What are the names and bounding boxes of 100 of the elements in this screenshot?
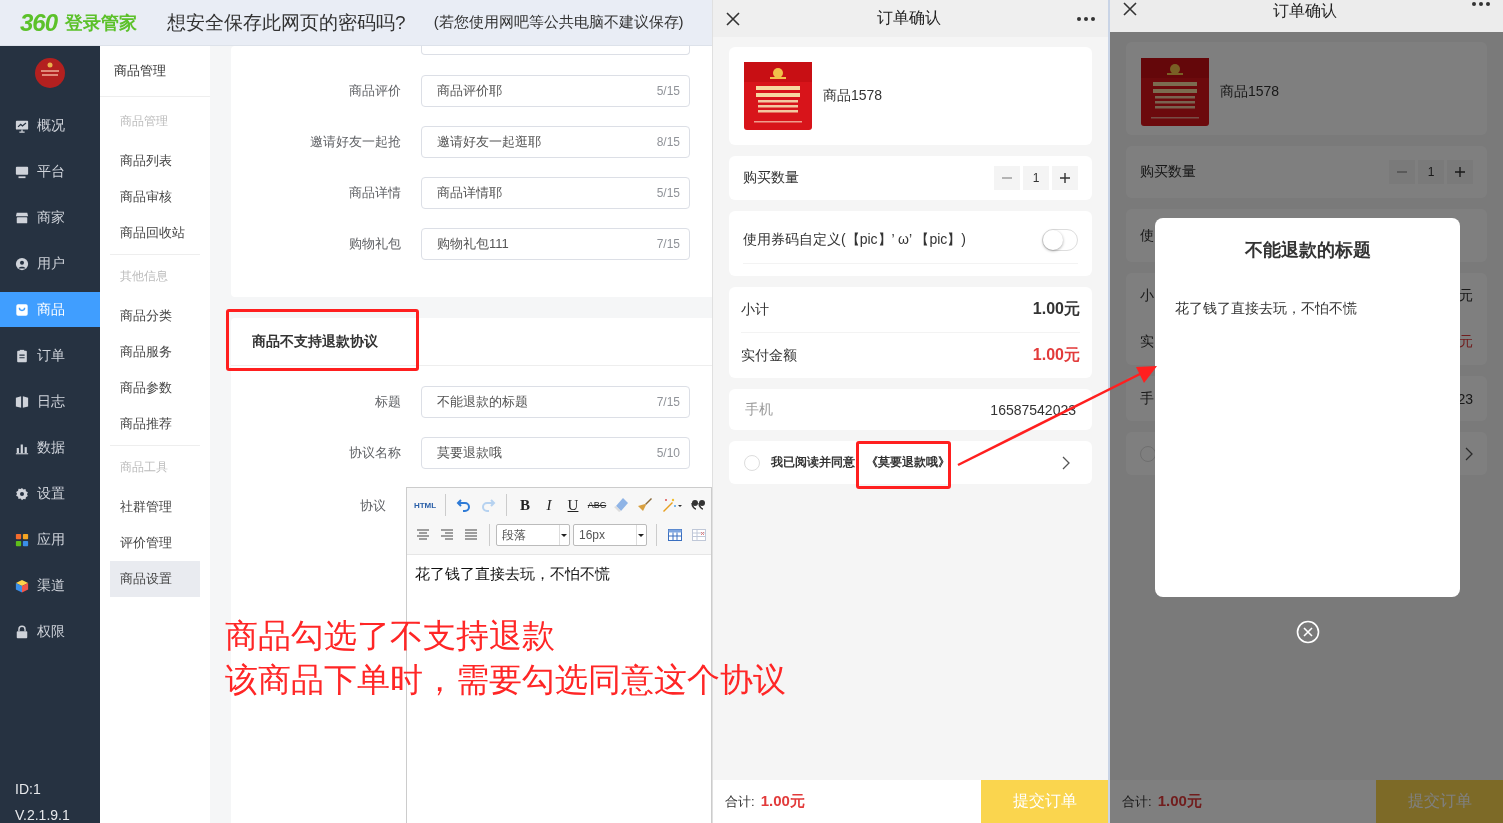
nav-item[interactable]: 权限 (0, 614, 100, 649)
settings-icon (15, 486, 29, 501)
justify-icon[interactable] (463, 527, 479, 543)
field-label: 协议名称 (348, 444, 401, 462)
submenu-item[interactable]: 社群管理 (110, 489, 200, 525)
wand-icon[interactable] (661, 497, 683, 513)
input-field[interactable]: 商品评价耶 5/15 (421, 75, 690, 107)
page-title: 订单确认 (876, 8, 941, 28)
dropdown[interactable]: 16px (573, 524, 647, 546)
nav-item[interactable]: 应用 (0, 522, 100, 557)
plus-icon (1059, 172, 1071, 184)
brush-icon[interactable] (637, 497, 653, 513)
char-counter: 8/15 (656, 135, 680, 149)
nav-item[interactable]: 日志 (0, 384, 100, 419)
field-label: 邀请好友一起抢 (309, 133, 401, 151)
nav-item[interactable]: 概况 (0, 108, 100, 143)
eraser-icon[interactable] (613, 497, 629, 513)
minus-button[interactable] (1389, 160, 1415, 184)
agreement-link[interactable]: 《莫要退款哦》 (866, 454, 950, 471)
nav-item[interactable]: 设置 (0, 476, 100, 511)
price-label: 小 (1140, 287, 1154, 305)
input-field[interactable] (421, 46, 690, 55)
align-right-icon[interactable] (439, 527, 455, 543)
close-icon[interactable] (1122, 1, 1138, 17)
dropdown[interactable]: 段落 (496, 524, 570, 546)
chart-icon (15, 118, 29, 133)
html-button[interactable]: HTML (411, 493, 439, 517)
monitor-icon (15, 164, 29, 179)
total-value: 1.00元 (760, 792, 805, 811)
total-label: 合计: (1121, 792, 1152, 811)
caret-icon (636, 525, 646, 545)
subtotal-value: 1.00元 (1032, 299, 1080, 319)
menu-group-heading: 商品管理 (120, 112, 168, 130)
strikethrough-button[interactable]: ABC (585, 493, 609, 517)
more-icon[interactable] (1471, 1, 1491, 7)
char-counter: 5/15 (656, 186, 680, 200)
align-center-icon[interactable] (415, 527, 431, 543)
total-label: 合计: (724, 792, 755, 811)
underline-button[interactable]: U (561, 493, 585, 517)
chevron-right-icon[interactable] (1465, 446, 1473, 461)
quote-icon[interactable] (691, 497, 707, 513)
radio-button[interactable] (1140, 445, 1156, 462)
product-name: 商品1578 (823, 87, 883, 105)
nav-item[interactable]: 渠道 (0, 568, 100, 603)
prompt-note: (若您使用网吧等公共电脑不建议保存) (433, 13, 684, 32)
plus-icon (1454, 166, 1466, 178)
cube-icon (15, 578, 29, 593)
nav-item[interactable]: 数据 (0, 430, 100, 465)
submenu-item[interactable]: 商品设置 (110, 561, 200, 597)
input-field[interactable]: 商品详情耶 5/15 (421, 177, 690, 209)
char-counter: 7/15 (656, 395, 680, 409)
plus-button[interactable] (1447, 160, 1473, 184)
price-label: 实 (1140, 333, 1154, 351)
nav-item[interactable]: 订单 (0, 338, 100, 373)
phone-label: 手 (1140, 389, 1154, 408)
submenu-item[interactable]: 商品分类 (110, 298, 200, 334)
store-icon (15, 210, 29, 225)
toggle-switch[interactable] (1042, 229, 1078, 251)
brand-logo: 360 (20, 8, 58, 37)
input-field[interactable]: 邀请好友一起逛耶 8/15 (421, 126, 690, 158)
phone-label: 手机 (745, 400, 773, 419)
submenu-item[interactable]: 商品审核 (110, 179, 200, 215)
quantity-value: 1 (1023, 166, 1049, 190)
submenu-item[interactable]: 商品服务 (110, 334, 200, 370)
user-icon (15, 256, 29, 271)
input-field[interactable]: 购物礼包111 7/15 (421, 228, 690, 260)
table-icon[interactable] (667, 527, 683, 543)
agreement-text: 我已阅读并同意 (771, 454, 855, 471)
dialog-title: 不能退款的标题 (1244, 239, 1371, 262)
field-label: 商品详情 (348, 184, 401, 202)
bag-icon (15, 302, 29, 317)
undo-icon[interactable] (456, 497, 472, 513)
account-id: ID:1 (15, 781, 42, 797)
submenu-item[interactable]: 商品推荐 (110, 406, 200, 442)
submenu-item[interactable]: 商品参数 (110, 370, 200, 406)
char-counter: 5/10 (656, 446, 680, 460)
page-title: 订单确认 (1272, 1, 1337, 21)
menu-group-heading: 商品工具 (120, 458, 168, 476)
input-field[interactable]: 不能退款的标题 7/15 (421, 386, 690, 418)
submenu-item[interactable]: 商品回收站 (110, 215, 200, 251)
caret-icon (559, 525, 569, 545)
lock-icon (15, 624, 29, 639)
nav-item[interactable]: 平台 (0, 154, 100, 189)
more-icon[interactable] (1076, 15, 1096, 22)
chevron-right-icon[interactable] (1062, 455, 1070, 470)
dialog-text: 花了钱了直接去玩，不怕不慌 (1175, 300, 1358, 318)
radio-button[interactable] (744, 454, 760, 471)
bold-button[interactable]: B (513, 493, 537, 517)
italic-button[interactable]: I (537, 493, 561, 517)
close-icon[interactable] (725, 10, 741, 27)
submenu-item[interactable]: 评价管理 (110, 525, 200, 561)
quantity-label: 购买数量 (743, 169, 799, 187)
input-field[interactable]: 莫要退款哦 5/10 (421, 437, 690, 469)
submenu-item[interactable]: 商品列表 (110, 143, 200, 179)
paid-value: 1.00元 (1032, 345, 1080, 365)
nav-item[interactable]: 商家 (0, 200, 100, 235)
minus-button[interactable] (994, 166, 1020, 190)
plus-button[interactable] (1052, 166, 1078, 190)
nav-item[interactable]: 用户 (0, 246, 100, 281)
char-counter: 7/15 (656, 237, 680, 251)
